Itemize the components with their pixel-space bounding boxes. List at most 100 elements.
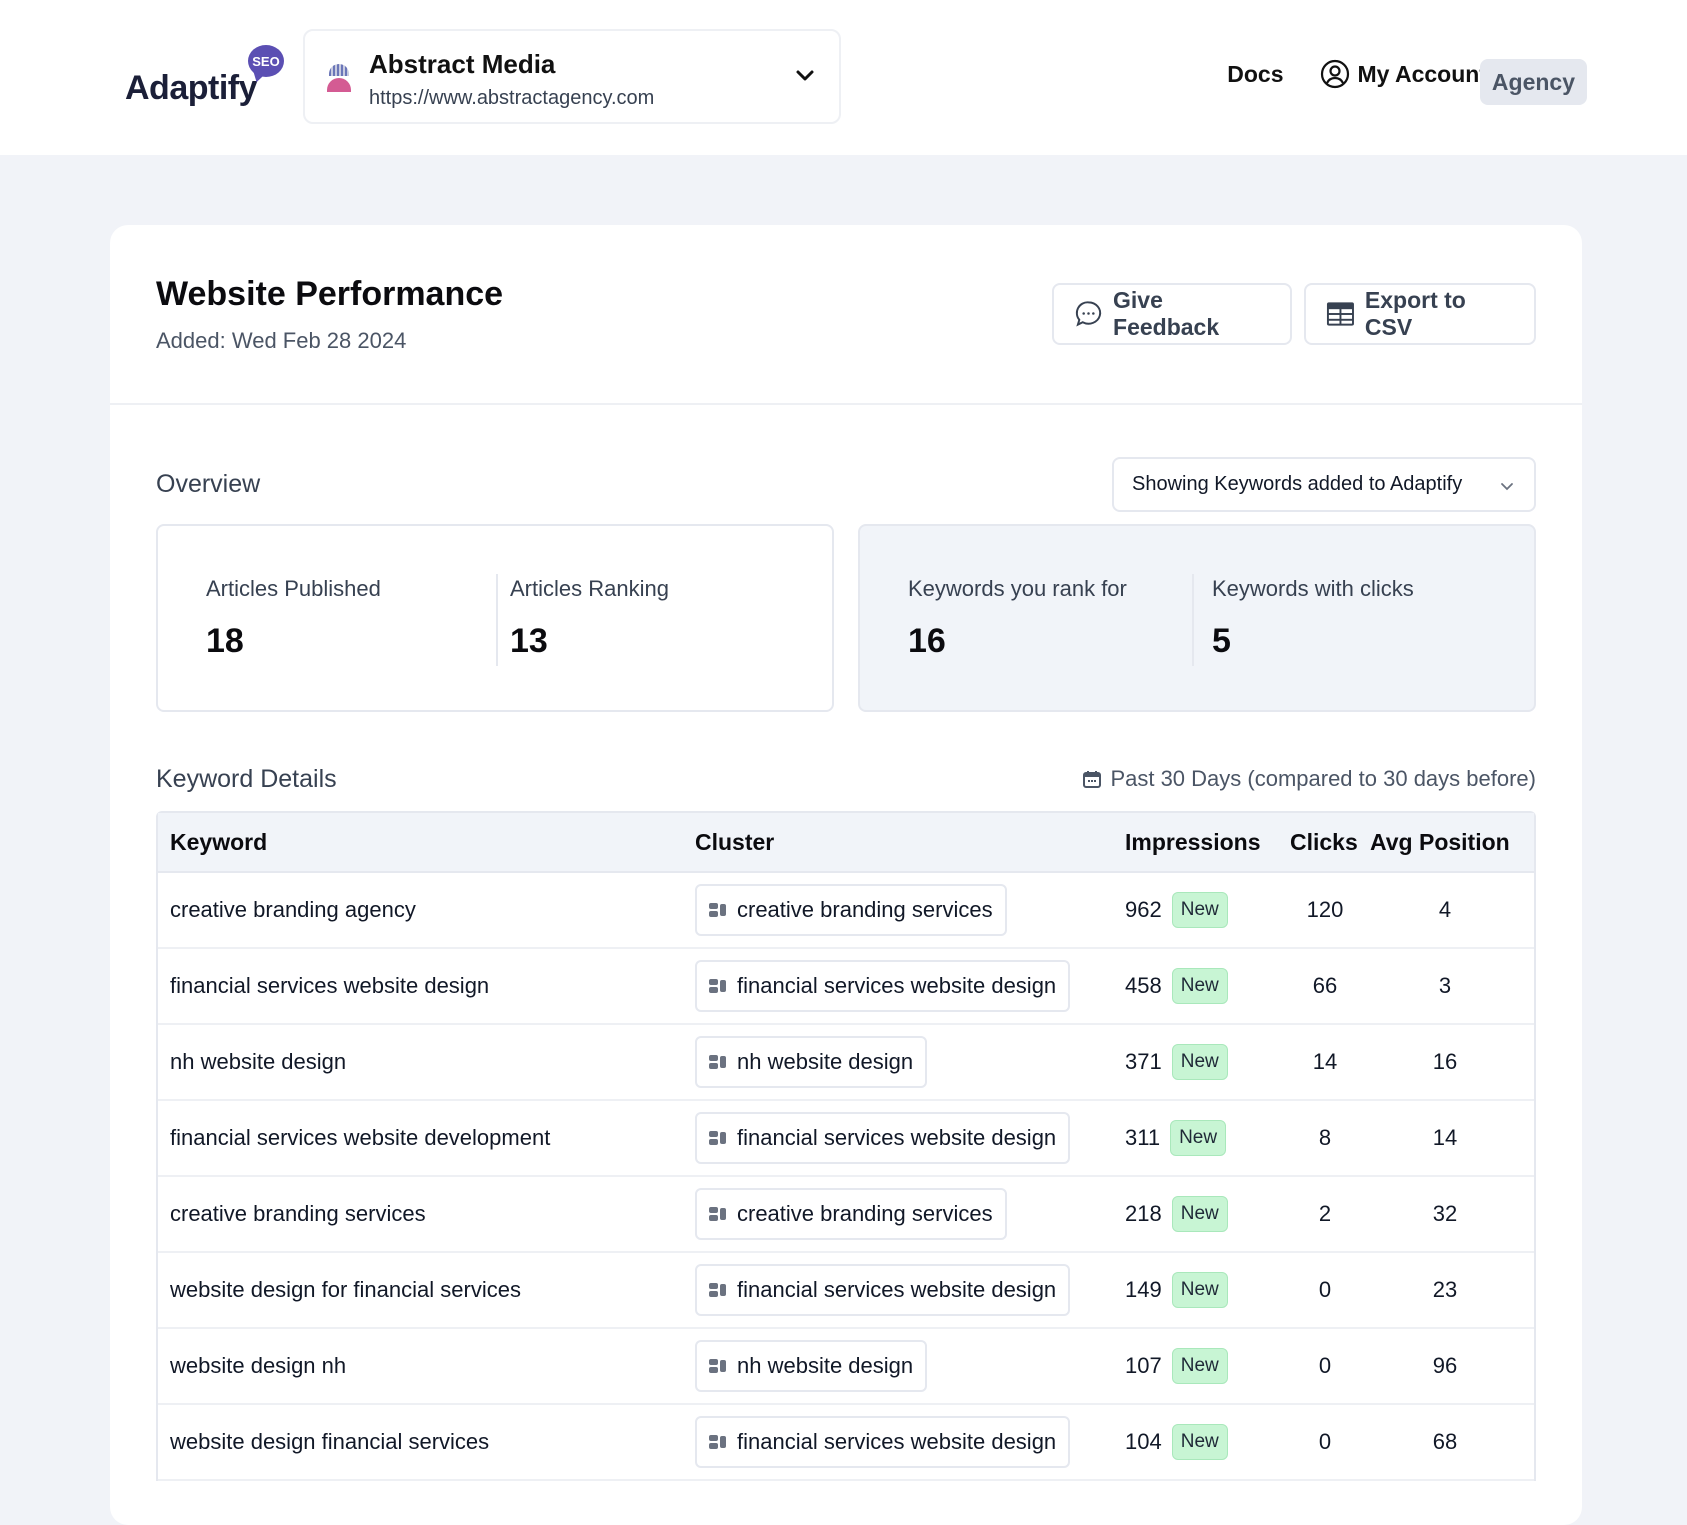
impressions-value: 962 <box>1125 897 1162 922</box>
cluster-icon <box>709 1282 729 1298</box>
keyword-filter-value: Showing Keywords added to Adaptify <box>1132 473 1463 495</box>
avg-position-cell: 68 <box>1432 1429 1458 1454</box>
impressions-cell: 962 New <box>1125 892 1280 928</box>
top-nav: Docs My Account <box>1227 59 1487 89</box>
table-body: creative branding agency creative brandin… <box>158 873 1534 1481</box>
impressions-value: 371 <box>1125 1049 1162 1074</box>
keyword-cell: financial services website development <box>170 1125 551 1150</box>
cluster-chip[interactable]: financial services website design <box>695 1112 1071 1164</box>
give-feedback-button[interactable]: Give Feedback <box>1052 283 1292 345</box>
my-account-link[interactable]: My Account <box>1320 59 1487 89</box>
docs-link[interactable]: Docs <box>1227 61 1283 88</box>
col-keyword[interactable]: Keyword <box>158 829 695 856</box>
keyword-table: Keyword Cluster Impressions Clicks Avg P… <box>156 811 1536 1481</box>
table-icon <box>1326 302 1354 326</box>
stat-value: 13 <box>510 622 548 660</box>
impressions-cell: 371 New <box>1125 1044 1280 1080</box>
cluster-chip[interactable]: creative branding services <box>695 884 1007 936</box>
website-performance-card: Website Performance Added: Wed Feb 28 20… <box>110 225 1582 1525</box>
cluster-chip[interactable]: creative branding services <box>695 1188 1007 1240</box>
cluster-chip[interactable]: nh website design <box>695 1036 928 1088</box>
cluster-icon <box>709 1130 729 1146</box>
page-title: Website Performance <box>156 275 504 313</box>
clicks-cell: 14 <box>1312 1049 1338 1074</box>
col-impressions[interactable]: Impressions <box>1125 829 1280 856</box>
cluster-icon <box>709 1054 729 1070</box>
give-feedback-label: Give Feedback <box>1113 287 1220 340</box>
impressions-cell: 311 New <box>1125 1120 1280 1156</box>
cluster-cell: creative branding services <box>695 884 1125 936</box>
impressions-value: 149 <box>1125 1277 1162 1302</box>
cluster-cell: financial services website design <box>695 1416 1125 1468</box>
site-avatar-icon <box>327 64 351 94</box>
table-row[interactable]: website design for financial services fin… <box>158 1253 1534 1329</box>
keyword-cell: nh website design <box>170 1049 347 1074</box>
impressions-cell: 458 New <box>1125 968 1280 1004</box>
cluster-label: creative branding services <box>737 897 993 922</box>
cluster-label: creative branding services <box>737 1201 993 1226</box>
new-badge: New <box>1171 968 1228 1004</box>
stat-value: 16 <box>908 622 946 660</box>
table-row[interactable]: nh website design nh website design 371 New… <box>158 1025 1534 1101</box>
new-badge: New <box>1171 1044 1228 1080</box>
cluster-chip[interactable]: financial services website design <box>695 1416 1071 1468</box>
clicks-cell: 2 <box>1318 1201 1332 1226</box>
new-badge: New <box>1171 1348 1228 1384</box>
stat-articles-published: Articles Published 18 <box>206 576 381 661</box>
cluster-chip[interactable]: financial services website design <box>695 1264 1071 1316</box>
table-row[interactable]: website design nh nh website design 107 New… <box>158 1329 1534 1405</box>
top-bar: Adaptify SEO Abstract Media https://www.… <box>0 0 1687 155</box>
clicks-cell: 0 <box>1318 1353 1332 1378</box>
table-row[interactable]: financial services website development fi… <box>158 1101 1534 1177</box>
cluster-chip[interactable]: financial services website design <box>695 960 1071 1012</box>
stat-label: Keywords with clicks <box>1212 576 1414 601</box>
cluster-icon <box>709 902 729 918</box>
impressions-cell: 107 New <box>1125 1348 1280 1384</box>
export-csv-label: Export to CSV <box>1364 287 1466 340</box>
table-row[interactable]: creative branding services creative brand… <box>158 1177 1534 1253</box>
impressions-cell: 104 New <box>1125 1424 1280 1460</box>
site-switcher[interactable]: Abstract Media https://www.abstractagenc… <box>303 29 841 124</box>
keyword-filter-select[interactable]: Showing Keywords added to Adaptify <box>1112 457 1536 512</box>
cluster-icon <box>709 1358 729 1374</box>
cluster-chip[interactable]: nh website design <box>695 1340 928 1392</box>
section-divider <box>110 403 1582 405</box>
export-csv-button[interactable]: Export to CSV <box>1304 283 1536 345</box>
avg-position-cell: 16 <box>1432 1049 1458 1074</box>
col-clicks[interactable]: Clicks <box>1280 829 1370 856</box>
cluster-cell: financial services website design <box>695 1112 1125 1164</box>
new-badge: New <box>1171 1272 1228 1308</box>
avg-position-cell: 23 <box>1432 1277 1458 1302</box>
clicks-cell: 0 <box>1318 1429 1332 1454</box>
date-range[interactable]: Past 30 Days (compared to 30 days before… <box>1082 766 1536 792</box>
table-row[interactable]: creative branding agency creative brandin… <box>158 873 1534 949</box>
impressions-value: 107 <box>1125 1353 1162 1378</box>
impressions-value: 218 <box>1125 1201 1162 1226</box>
stat-value: 18 <box>206 622 244 660</box>
keywords-stats-card: Keywords you rank for 16 Keywords with c… <box>858 524 1536 712</box>
cluster-cell: nh website design <box>695 1036 1125 1088</box>
avg-position-cell: 3 <box>1438 973 1452 998</box>
col-avg-position[interactable]: Avg Position <box>1370 829 1520 856</box>
col-cluster[interactable]: Cluster <box>695 829 1125 856</box>
impressions-value: 104 <box>1125 1429 1162 1454</box>
new-badge: New <box>1171 1196 1228 1232</box>
chat-bubble-icon <box>1075 301 1102 327</box>
clicks-cell: 0 <box>1318 1277 1332 1302</box>
table-row[interactable]: financial services website design financi… <box>158 949 1534 1025</box>
added-date: Added: Wed Feb 28 2024 <box>156 328 407 353</box>
cluster-cell: nh website design <box>695 1340 1125 1392</box>
adaptify-logo[interactable]: Adaptify SEO <box>125 45 290 115</box>
articles-stats-card: Articles Published 18 Articles Ranking 1… <box>156 524 834 712</box>
agency-button[interactable]: Agency <box>1479 59 1587 105</box>
impressions-cell: 218 New <box>1125 1196 1280 1232</box>
site-name: Abstract Media <box>369 49 556 79</box>
table-row[interactable]: website design financial services financi… <box>158 1405 1534 1481</box>
cluster-cell: creative branding services <box>695 1188 1125 1240</box>
avg-position-cell: 4 <box>1438 897 1452 922</box>
logo-text: Adaptify <box>125 69 258 107</box>
cluster-icon <box>709 1206 729 1222</box>
stat-divider <box>1192 574 1194 666</box>
cluster-label: financial services website design <box>737 1125 1057 1150</box>
new-badge: New <box>1171 892 1228 928</box>
